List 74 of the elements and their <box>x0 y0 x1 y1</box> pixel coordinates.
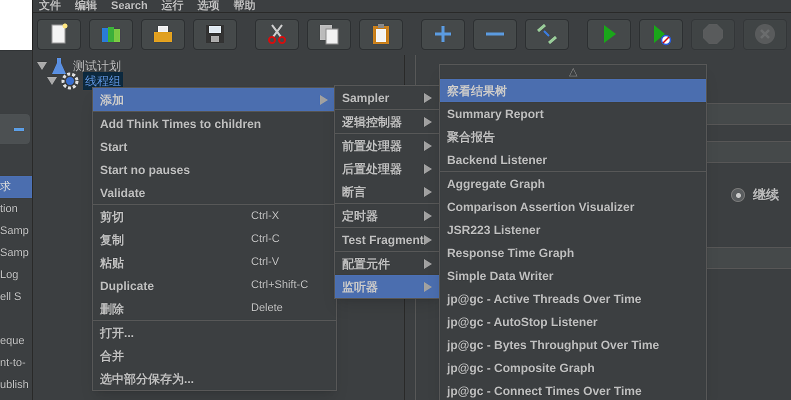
tree-item[interactable]: 线程组 <box>83 72 123 90</box>
radio-button[interactable] <box>731 188 745 202</box>
menu-item[interactable]: 复制 Ctrl-C <box>93 228 336 251</box>
menu-item[interactable]: 察看结果树 <box>440 79 706 102</box>
scroll-up-arrow[interactable]: △ <box>440 65 706 79</box>
list-item[interactable]: nt-to- <box>0 352 32 374</box>
gear-icon <box>61 72 79 90</box>
menu-item[interactable]: Response Time Graph <box>440 241 706 264</box>
menu-item[interactable]: Simple Data Writer <box>440 264 706 287</box>
toolbar-button[interactable] <box>37 18 81 50</box>
list-item[interactable]: eque <box>0 330 32 352</box>
scissors-icon <box>265 22 289 46</box>
list-item[interactable]: tion <box>0 198 32 220</box>
menu-item[interactable]: 添加 <box>93 88 336 111</box>
menu-item[interactable]: 监听器 <box>335 275 440 298</box>
menu-item[interactable]: Aggregate Graph <box>440 172 706 195</box>
menu-bar-item[interactable]: 运行 <box>162 0 184 12</box>
menu-bar-item[interactable]: 帮助 <box>234 0 256 12</box>
menu-item[interactable]: jp@gc - Active Threads Over Time <box>440 287 706 310</box>
menu-item[interactable]: 断言 <box>335 180 440 203</box>
menu-item[interactable]: jp@gc - Bytes Throughput Over Time <box>440 333 706 356</box>
radio-label: 继续 <box>753 186 779 204</box>
menu-item[interactable]: Add Think Times to children <box>93 112 336 135</box>
copy-icon <box>317 22 341 46</box>
toolbar-button[interactable] <box>525 18 569 50</box>
menu-item[interactable]: 选中部分保存为... <box>93 367 336 390</box>
menu-item[interactable]: Sampler <box>335 86 440 109</box>
minus-icon <box>486 32 504 36</box>
menu-bar-item[interactable]: Search <box>111 0 148 12</box>
list-item[interactable]: Samp <box>0 242 32 264</box>
menu-item[interactable]: Start no pauses <box>93 158 336 181</box>
toolbar-button[interactable] <box>89 18 133 50</box>
adjacent-window <box>0 0 32 50</box>
menu-item[interactable]: Validate <box>93 181 336 204</box>
menu-item[interactable]: Start <box>93 135 336 158</box>
list-item[interactable]: Log <box>0 264 32 286</box>
toolbar-button[interactable] <box>639 18 683 50</box>
menu-item[interactable]: 前置处理器 <box>335 134 440 157</box>
menu-item[interactable]: 合并 <box>93 344 336 367</box>
menu-item[interactable]: 配置元件 <box>335 252 440 275</box>
menu-item[interactable]: jp@gc - AutoStop Listener <box>440 310 706 333</box>
list-item[interactable]: ell S <box>0 286 32 308</box>
toggle-icon <box>535 22 559 46</box>
menu-item[interactable]: 定时器 <box>335 204 440 227</box>
minus-icon <box>14 128 24 130</box>
menu-item[interactable]: jp@gc - Composite Graph <box>440 356 706 379</box>
tree-item[interactable]: 测试计划 <box>71 56 123 74</box>
menu-item[interactable]: 删除 Delete <box>93 297 336 320</box>
list-item[interactable]: ublish <box>0 374 32 396</box>
list-item[interactable]: 求 <box>0 176 32 198</box>
toolbar-button[interactable] <box>307 18 351 50</box>
menu-item[interactable]: Duplicate Ctrl+Shift-C <box>93 274 336 297</box>
menu-item[interactable]: Summary Report <box>440 102 706 125</box>
toolbar-button[interactable] <box>359 18 403 50</box>
collapse-button[interactable] <box>0 114 30 144</box>
toolbar-button[interactable] <box>193 18 237 50</box>
stop-icon <box>753 22 777 46</box>
menu-item[interactable]: jp@gc - Connect Times Over Time <box>440 379 706 400</box>
list-item[interactable]: Samp <box>0 220 32 242</box>
menu-item[interactable]: 打开... <box>93 321 336 344</box>
menu-item[interactable]: 后置处理器 <box>335 157 440 180</box>
menu-bar-item[interactable]: 选项 <box>198 0 220 12</box>
toolbar-button[interactable] <box>255 18 299 50</box>
menu-item[interactable]: Test Fragment <box>335 228 440 251</box>
menu-item[interactable]: 剪切 Ctrl-X <box>93 205 336 228</box>
menu-item[interactable]: JSR223 Listener <box>440 218 706 241</box>
flask-icon <box>51 56 67 74</box>
toolbar-button[interactable] <box>141 18 185 50</box>
menu-item[interactable]: 粘贴 Ctrl-V <box>93 251 336 274</box>
menu-item[interactable]: Comparison Assertion Visualizer <box>440 195 706 218</box>
menu-item[interactable]: 聚合报告 <box>440 125 706 148</box>
stop-icon <box>701 22 725 46</box>
menu-item[interactable]: Backend Listener <box>440 148 706 171</box>
menu-item[interactable]: 逻辑控制器 <box>335 110 440 133</box>
